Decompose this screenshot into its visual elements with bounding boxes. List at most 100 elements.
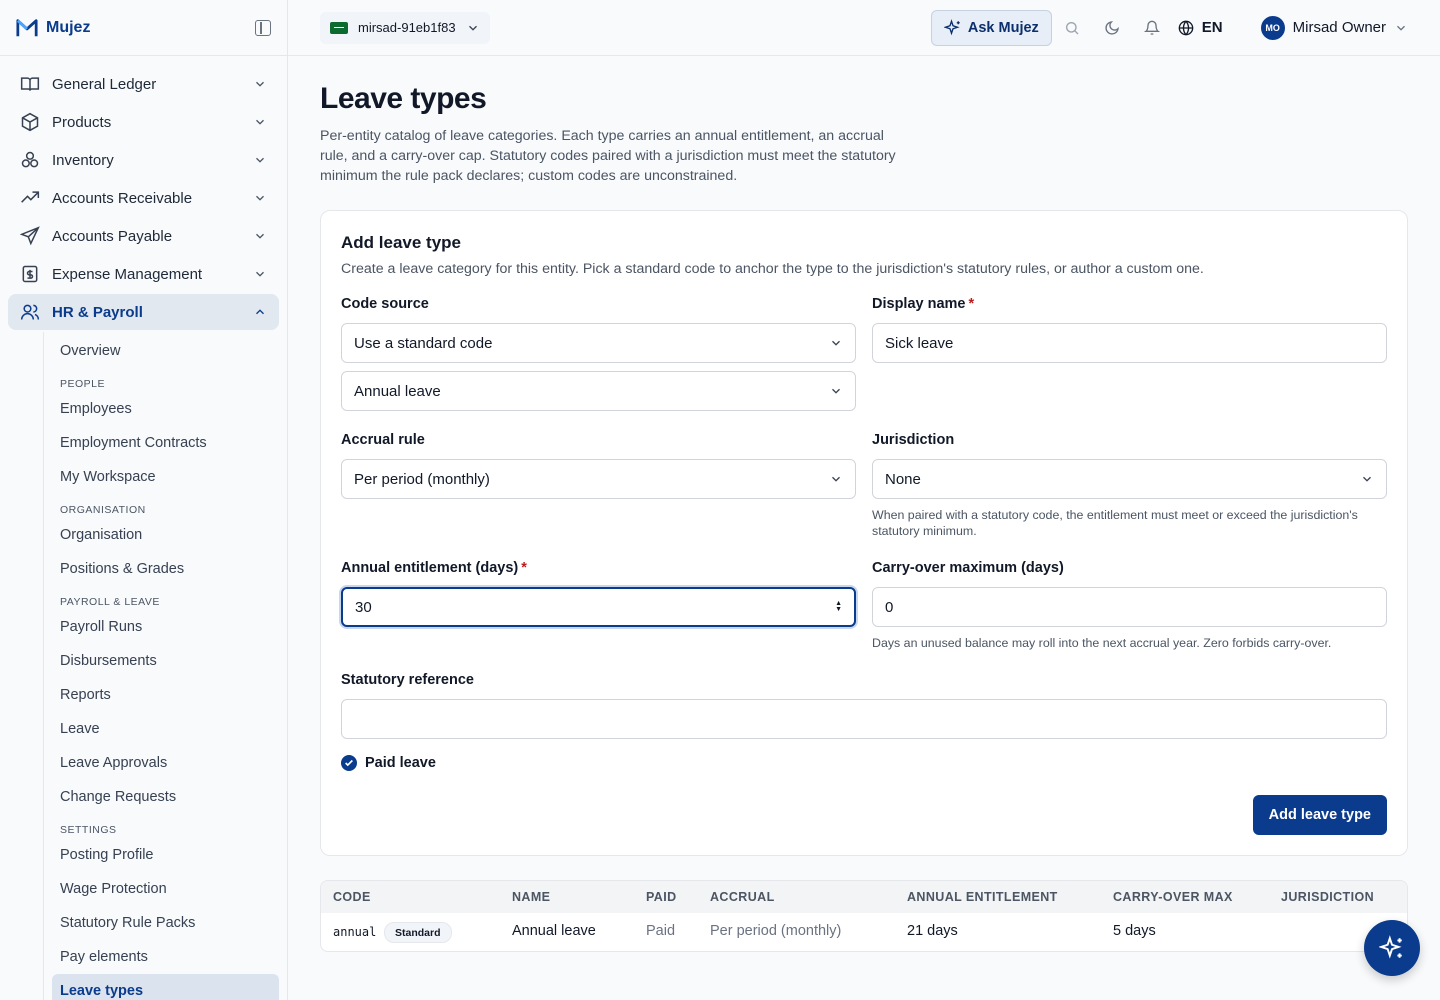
status-badge: Standard (384, 922, 452, 943)
subnav-pay-elements[interactable]: Pay elements (52, 940, 279, 974)
sidebar-item-accounts-payable[interactable]: Accounts Payable (8, 218, 279, 254)
subnav-payroll-runs[interactable]: Payroll Runs (52, 610, 279, 644)
sparkles-icon (943, 18, 960, 35)
cell-name: Annual leave (512, 923, 596, 939)
subnav-my-workspace[interactable]: My Workspace (52, 460, 279, 494)
avatar: MO (1260, 15, 1285, 40)
add-leave-type-button[interactable]: Add leave type (1252, 795, 1387, 835)
search-icon[interactable] (1052, 20, 1092, 36)
sidebar-item-label: Accounts Payable (52, 227, 173, 245)
paid-leave-label: Paid leave (365, 755, 436, 771)
globe-icon (1178, 20, 1194, 35)
subnav-leave-approvals[interactable]: Leave Approvals (52, 746, 279, 780)
accrual-rule-label: Accrual rule (341, 432, 425, 448)
subnav-section-settings: SETTINGS (60, 824, 117, 836)
column-header-paid[interactable]: PAID (646, 890, 677, 904)
subnav-disbursements[interactable]: Disbursements (52, 644, 279, 678)
jurisdiction-label: Jurisdiction (872, 432, 955, 448)
assistant-fab-button[interactable] (1364, 920, 1420, 976)
user-menu[interactable]: MO Mirsad Owner (1260, 15, 1408, 40)
subnav-reports[interactable]: Reports (52, 678, 279, 712)
carry-over-value: 0 (885, 598, 894, 616)
ask-mujez-button[interactable]: Ask Mujez (930, 9, 1052, 46)
entitlement-value: 30 (355, 598, 372, 616)
column-header-name[interactable]: NAME (512, 890, 550, 904)
language-switcher[interactable]: EN (1178, 19, 1223, 36)
cell-annual-entitlement: 21 days (907, 923, 958, 939)
carry-over-hint: Days an unused balance may roll into the… (872, 636, 1332, 650)
column-header-accrual[interactable]: ACCRUAL (710, 890, 775, 904)
column-header-code[interactable]: CODE (333, 890, 371, 904)
sidebar-item-hr-payroll[interactable]: HR & Payroll (8, 294, 279, 330)
column-header-jurisdiction[interactable]: JURISDICTION (1281, 890, 1374, 904)
subnav-employment-contracts[interactable]: Employment Contracts (52, 426, 279, 460)
sidebar-item-inventory[interactable]: Inventory (8, 142, 279, 178)
statutory-reference-input[interactable] (341, 699, 1387, 739)
display-name-value: Sick leave (885, 334, 954, 352)
entitlement-input[interactable]: 30 ▲ ▼ (341, 587, 856, 627)
paid-leave-checkbox[interactable]: Paid leave (341, 755, 436, 771)
brand-name: Mujez (46, 18, 91, 36)
subnav-section-organisation: ORGANISATION (60, 504, 146, 516)
sidebar-item-label: Inventory (52, 151, 114, 169)
code-source-label: Code source (341, 296, 429, 312)
page-description: Per-entity catalog of leave categories. … (320, 128, 896, 184)
subnav-organisation[interactable]: Organisation (52, 518, 279, 552)
book-icon (20, 74, 40, 94)
mujez-logo-icon (16, 18, 38, 36)
subnav-statutory-rule-packs[interactable]: Statutory Rule Packs (52, 906, 279, 940)
subnav-leave[interactable]: Leave (52, 712, 279, 746)
accrual-rule-value: Per period (monthly) (354, 470, 490, 488)
hr-payroll-subnav: Overview PEOPLE Employees Employment Con… (43, 332, 279, 1000)
carry-over-label: Carry-over maximum (days) (872, 560, 1064, 576)
sidebar-item-label: Expense Management (52, 265, 203, 283)
moon-icon[interactable] (1092, 20, 1132, 36)
sidebar-item-expense-management[interactable]: Expense Management (8, 256, 279, 292)
subnav-posting-profile[interactable]: Posting Profile (52, 838, 279, 872)
add-leave-type-card: Add leave type Create a leave category f… (320, 210, 1408, 856)
subnav-employees[interactable]: Employees (52, 392, 279, 426)
accrual-rule-select[interactable]: Per period (monthly) (341, 459, 856, 499)
entity-switcher[interactable]: mirsad-91eb1f83 (320, 11, 490, 44)
subnav-positions-grades[interactable]: Positions & Grades (52, 552, 279, 586)
required-mark: * (968, 296, 975, 312)
chevron-down-icon (832, 476, 840, 482)
sidebar-item-accounts-receivable[interactable]: Accounts Receivable (8, 180, 279, 216)
user-name: Mirsad Owner (1292, 19, 1386, 36)
standard-code-value: Annual leave (354, 382, 441, 400)
chevron-down-icon (256, 157, 264, 163)
display-name-input[interactable]: Sick leave (872, 323, 1387, 363)
leave-types-table: CODE NAME PAID ACCRUAL ANNUAL ENTITLEMEN… (320, 880, 1408, 952)
sidebar-item-products[interactable]: Products (8, 104, 279, 140)
code-source-select[interactable]: Use a standard code (341, 323, 856, 363)
number-stepper-icon[interactable]: ▲ ▼ (835, 600, 842, 613)
carry-over-input[interactable]: 0 (872, 587, 1387, 627)
chevron-down-icon (256, 81, 264, 87)
display-name-label: Display name * (872, 296, 974, 312)
jurisdiction-select[interactable]: None (872, 459, 1387, 499)
standard-code-select[interactable]: Annual leave (341, 371, 856, 411)
subnav-overview[interactable]: Overview (52, 334, 279, 368)
jurisdiction-hint: When paired with a statutory code, the e… (872, 508, 1358, 538)
cell-accrual: Per period (monthly) (710, 923, 842, 939)
chevron-down-icon (1363, 476, 1371, 482)
chevron-down-icon (832, 340, 840, 346)
page-title: Leave types (320, 82, 487, 115)
chevron-down-icon (256, 195, 264, 201)
collapse-sidebar-icon[interactable] (255, 19, 271, 36)
column-header-carry-over-max[interactable]: CARRY-OVER MAX (1113, 890, 1233, 904)
table-row[interactable]: annual Standard Annual leave Paid Per pe… (321, 913, 1407, 951)
entitlement-label-text: Annual entitlement (days) (341, 560, 519, 576)
sparkles-icon (1379, 935, 1402, 959)
column-header-annual-entitlement[interactable]: ANNUAL ENTITLEMENT (907, 890, 1058, 904)
language-label: EN (1201, 19, 1223, 36)
sidebar-item-general-ledger[interactable]: General Ledger (8, 66, 279, 102)
required-mark: * (521, 560, 527, 576)
code-source-value: Use a standard code (354, 334, 493, 352)
subnav-change-requests[interactable]: Change Requests (52, 780, 279, 814)
subnav-section-payroll-leave: PAYROLL & LEAVE (60, 596, 160, 608)
brand-bar: Mujez (0, 0, 287, 56)
bell-icon[interactable] (1132, 20, 1172, 36)
subnav-wage-protection[interactable]: Wage Protection (52, 872, 279, 906)
subnav-leave-types[interactable]: Leave types (52, 974, 279, 1000)
